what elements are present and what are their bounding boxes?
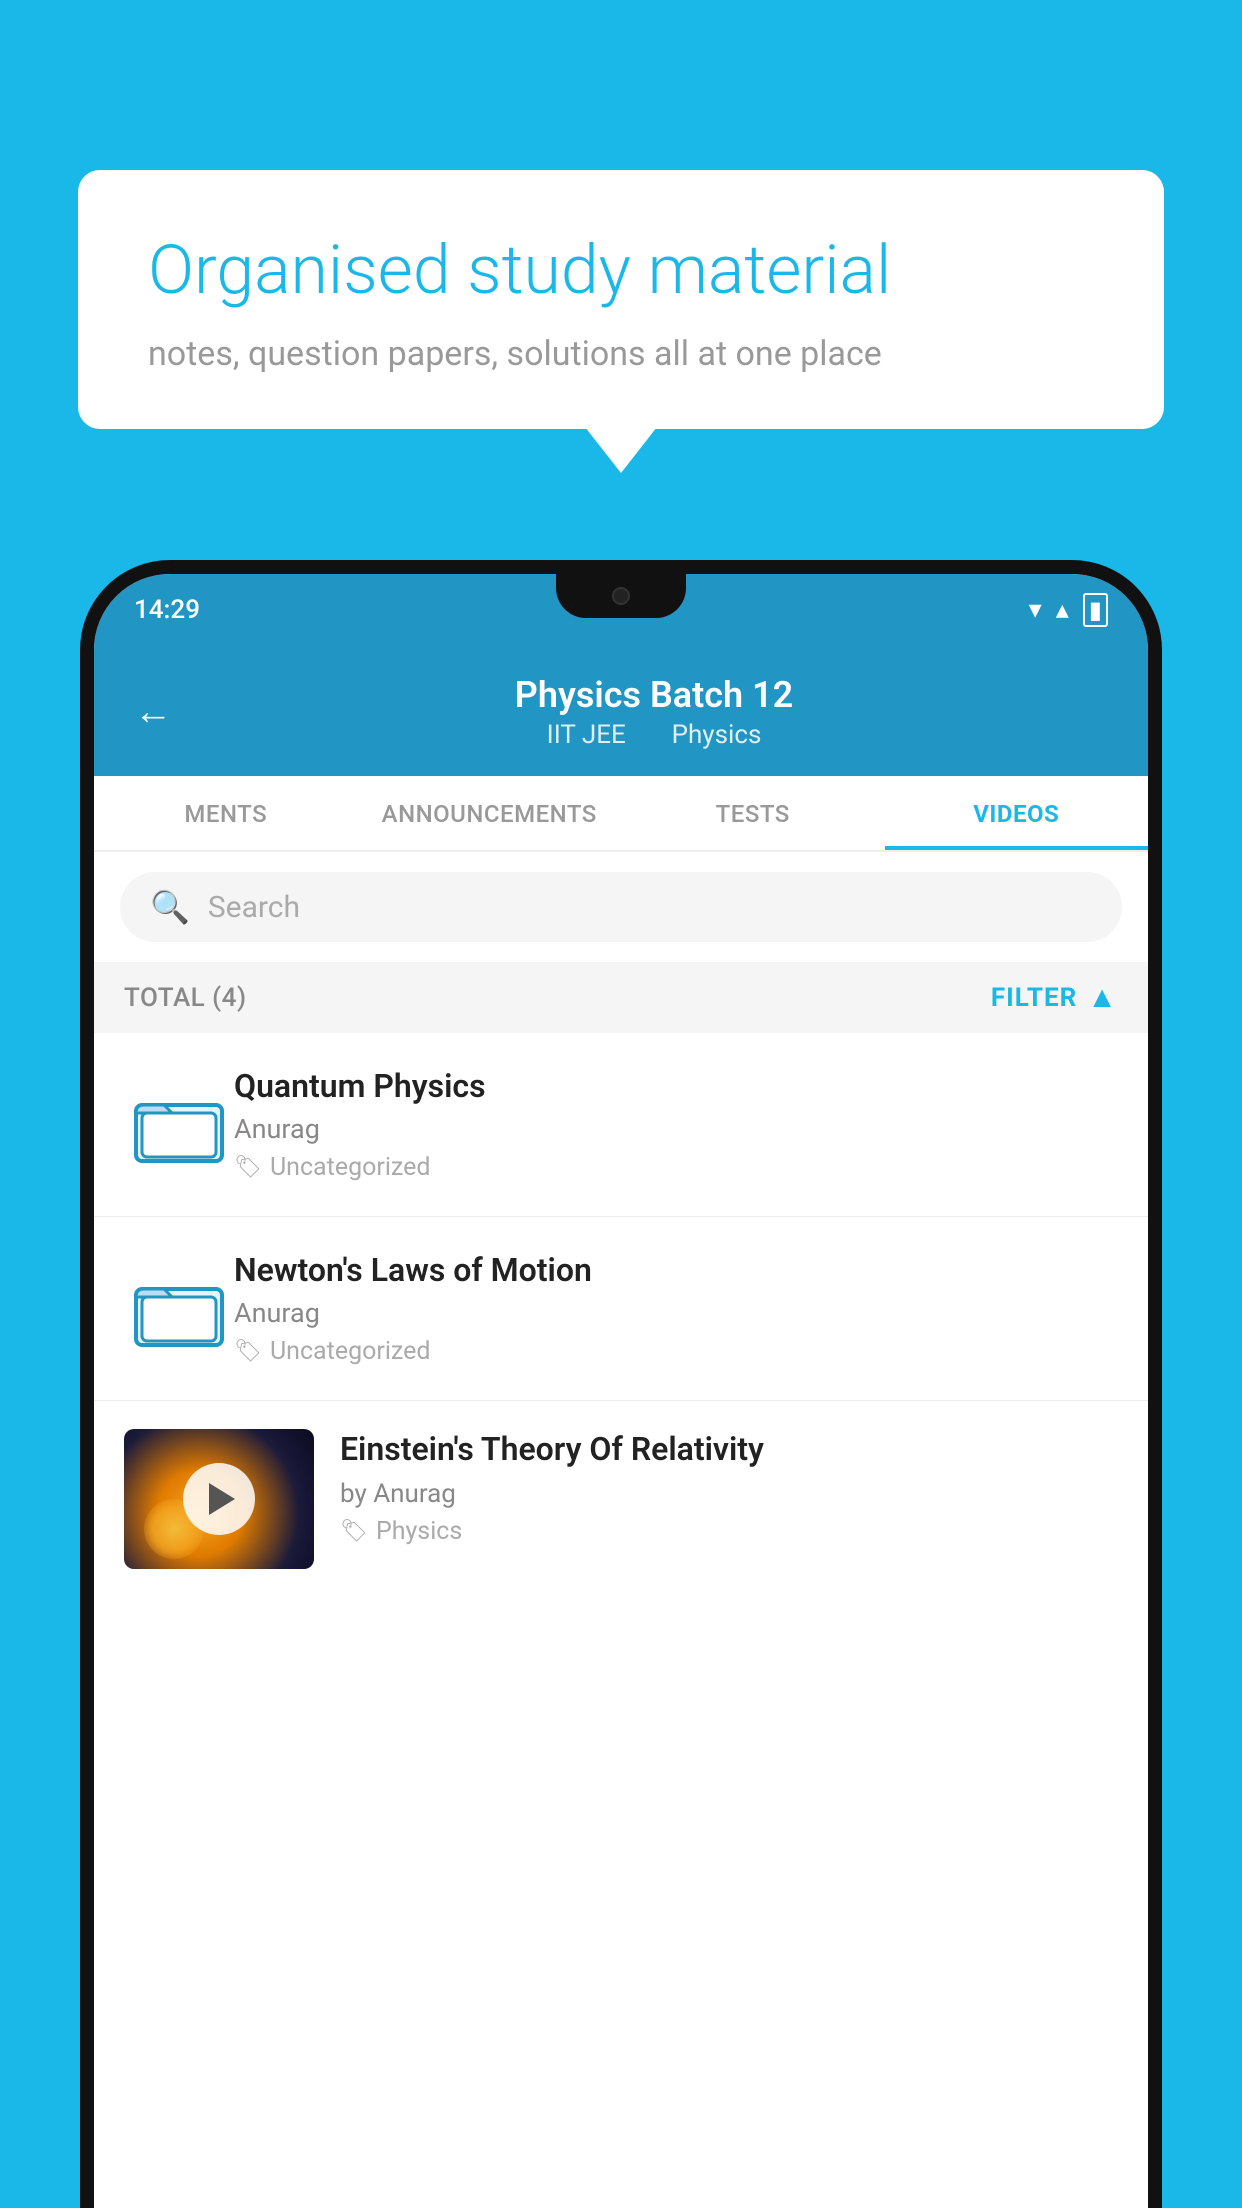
- tag-label: Physics: [376, 1517, 462, 1546]
- front-camera: [612, 587, 630, 605]
- app-bar-title: Physics Batch 12: [200, 674, 1108, 716]
- search-container: 🔍 Search: [94, 852, 1148, 962]
- tab-tests[interactable]: TESTS: [621, 776, 885, 850]
- search-input-wrap[interactable]: 🔍 Search: [120, 872, 1122, 942]
- app-bar: ← Physics Batch 12 IIT JEE Physics: [94, 646, 1148, 776]
- wifi-icon: ▾: [1029, 595, 1042, 625]
- video-author: Anurag: [234, 1297, 1118, 1329]
- list-item[interactable]: Einstein's Theory Of Relativity by Anura…: [94, 1401, 1148, 1597]
- video-title: Einstein's Theory Of Relativity: [340, 1429, 1118, 1471]
- video-tag: 🏷 Uncategorized: [234, 1337, 1118, 1366]
- list-item[interactable]: Newton's Laws of Motion Anurag 🏷 Uncateg…: [94, 1217, 1148, 1401]
- tag-icon: 🏷: [340, 1519, 368, 1544]
- filter-label: FILTER: [991, 983, 1077, 1013]
- search-input[interactable]: Search: [208, 890, 300, 925]
- signal-icon: ▴: [1056, 595, 1069, 625]
- subtitle-iit: IIT JEE: [547, 720, 626, 750]
- video-thumbnail: [124, 1429, 314, 1569]
- back-button[interactable]: ←: [134, 690, 172, 734]
- video-info: Einstein's Theory Of Relativity by Anura…: [340, 1429, 1118, 1546]
- total-count-label: TOTAL (4): [124, 983, 247, 1013]
- status-icons: ▾ ▴ ▮: [1029, 593, 1108, 627]
- tag-label: Uncategorized: [270, 1337, 431, 1366]
- play-button[interactable]: [183, 1463, 255, 1535]
- subtitle-physics: Physics: [672, 720, 762, 750]
- filter-funnel-icon: ▲: [1087, 980, 1118, 1015]
- tab-videos[interactable]: VIDEOS: [885, 776, 1149, 850]
- video-title: Newton's Laws of Motion: [234, 1251, 1118, 1289]
- tab-ments[interactable]: MENTS: [94, 776, 358, 850]
- phone-screen: 14:29 ▾ ▴ ▮ ← Physics Batch 12 IIT JEE P…: [94, 574, 1148, 2208]
- tabs-bar: MENTS ANNOUNCEMENTS TESTS VIDEOS: [94, 776, 1148, 852]
- play-triangle-icon: [209, 1483, 235, 1515]
- video-author: by Anurag: [340, 1479, 1118, 1509]
- video-info: Newton's Laws of Motion Anurag 🏷 Uncateg…: [234, 1251, 1118, 1366]
- list-item[interactable]: Quantum Physics Anurag 🏷 Uncategorized: [94, 1033, 1148, 1217]
- status-time: 14:29: [134, 595, 200, 625]
- speech-bubble: Organised study material notes, question…: [78, 170, 1164, 429]
- video-tag: 🏷 Uncategorized: [234, 1153, 1118, 1182]
- video-title: Quantum Physics: [234, 1067, 1118, 1105]
- bubble-subtitle: notes, question papers, solutions all at…: [148, 334, 1094, 374]
- folder-icon: [124, 1070, 234, 1180]
- video-list: Quantum Physics Anurag 🏷 Uncategorized: [94, 1033, 1148, 1597]
- video-author: Anurag: [234, 1113, 1118, 1145]
- tag-label: Uncategorized: [270, 1153, 431, 1182]
- tab-announcements[interactable]: ANNOUNCEMENTS: [358, 776, 622, 850]
- filter-row: TOTAL (4) FILTER ▲: [94, 962, 1148, 1033]
- video-info: Quantum Physics Anurag 🏷 Uncategorized: [234, 1067, 1118, 1182]
- search-icon: 🔍: [150, 888, 190, 926]
- folder-icon: [124, 1254, 234, 1364]
- bubble-title: Organised study material: [148, 230, 1094, 312]
- video-tag: 🏷 Physics: [340, 1517, 1118, 1546]
- tag-icon: 🏷: [234, 1155, 262, 1180]
- battery-icon: ▮: [1083, 593, 1108, 627]
- subtitle-separator: [642, 720, 655, 750]
- tag-icon: 🏷: [234, 1339, 262, 1364]
- filter-button[interactable]: FILTER ▲: [991, 980, 1118, 1015]
- phone-notch: [556, 574, 686, 618]
- app-bar-title-area: Physics Batch 12 IIT JEE Physics: [200, 674, 1108, 750]
- app-bar-subtitle: IIT JEE Physics: [200, 720, 1108, 750]
- phone-frame: 14:29 ▾ ▴ ▮ ← Physics Batch 12 IIT JEE P…: [80, 560, 1162, 2208]
